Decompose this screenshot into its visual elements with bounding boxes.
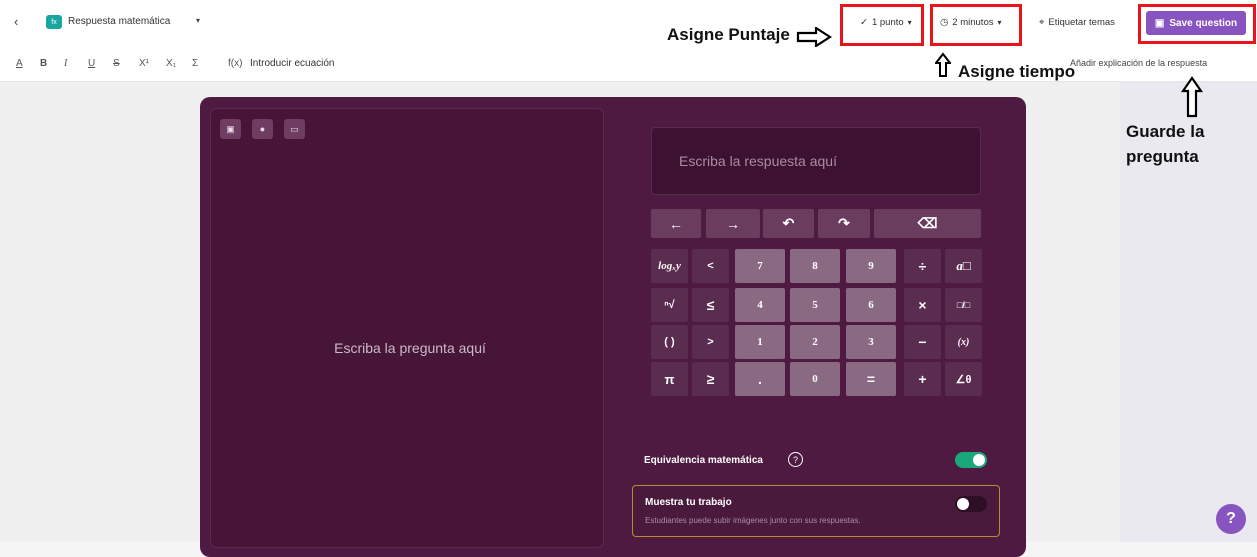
annotation-save-line1: Guarde la: [1126, 122, 1205, 141]
power-key[interactable]: a□: [945, 249, 982, 283]
show-work-row: Muestra tu trabajo Estudiantes puede sub…: [632, 485, 1000, 537]
key-1[interactable]: 1: [735, 325, 785, 359]
underline-button[interactable]: U: [88, 58, 95, 69]
tag-label: Etiquetar temas: [1048, 16, 1115, 28]
show-work-label: Muestra tu trabajo: [645, 497, 732, 508]
key-0[interactable]: 0: [790, 362, 840, 396]
equals-key[interactable]: =: [846, 362, 896, 396]
show-work-subtext: Estudiantes puede subir imágenes junto c…: [645, 516, 861, 525]
question-panel[interactable]: [210, 108, 604, 548]
cursor-left-key[interactable]: ←: [651, 209, 701, 238]
key-4[interactable]: 4: [735, 288, 785, 322]
symbol-button[interactable]: Σ: [192, 58, 198, 69]
variable-key[interactable]: (x): [945, 325, 982, 359]
minus-key[interactable]: −: [904, 325, 941, 359]
tag-topics-button[interactable]: ⌖ Etiquetar temas: [1035, 11, 1119, 33]
insert-equation-button[interactable]: Introducir ecuación: [250, 58, 335, 69]
chevron-left-icon: ‹: [14, 14, 19, 29]
key-3[interactable]: 3: [846, 325, 896, 359]
key-7[interactable]: 7: [735, 249, 785, 283]
right-arrow-icon: [796, 27, 832, 47]
equation-icon[interactable]: f(x): [228, 58, 242, 69]
back-button[interactable]: ‹: [14, 14, 18, 29]
fraction-key[interactable]: □/□: [945, 288, 982, 322]
nth-root-key[interactable]: ⁿ√: [651, 288, 688, 322]
greater-equal-key[interactable]: ≥: [692, 362, 729, 396]
decimal-key[interactable]: .: [735, 362, 785, 396]
key-5[interactable]: 5: [790, 288, 840, 322]
equivalence-toggle[interactable]: [955, 452, 987, 468]
show-work-toggle[interactable]: [955, 496, 987, 512]
subscript-button[interactable]: X₁: [166, 58, 176, 69]
image-icon[interactable]: ▣: [220, 119, 241, 139]
top-bar: ‹ fx Respuesta matemática ▾ ✓ 1 punto ▾ …: [0, 0, 1257, 46]
bold-button[interactable]: B: [40, 58, 47, 69]
save-highlight: [1138, 4, 1256, 44]
question-type-label[interactable]: Respuesta matemática: [68, 16, 170, 27]
less-than-key[interactable]: <: [692, 249, 729, 283]
strikethrough-button[interactable]: S: [113, 58, 120, 69]
less-equal-key[interactable]: ≤: [692, 288, 729, 322]
time-highlight: [930, 4, 1022, 46]
text-color-button[interactable]: A: [16, 58, 23, 69]
angle-key[interactable]: ∠θ: [945, 362, 982, 396]
key-9[interactable]: 9: [846, 249, 896, 283]
toggle-knob: [973, 454, 985, 466]
mic-icon[interactable]: ●: [252, 119, 273, 139]
add-explanation-button[interactable]: Añadir explicación de la respuesta: [1070, 58, 1207, 68]
help-circle-icon[interactable]: ?: [788, 452, 803, 467]
help-button[interactable]: ?: [1216, 504, 1246, 534]
annotation-save-line2: pregunta: [1126, 147, 1199, 166]
key-8[interactable]: 8: [790, 249, 840, 283]
superscript-button[interactable]: X¹: [139, 58, 149, 69]
key-2[interactable]: 2: [790, 325, 840, 359]
toggle-knob: [957, 498, 969, 510]
key-6[interactable]: 6: [846, 288, 896, 322]
annotation-time: Asigne tiempo: [958, 62, 1076, 81]
redo-key[interactable]: ↷: [818, 209, 870, 238]
video-icon[interactable]: ▭: [284, 119, 305, 139]
undo-key[interactable]: ↶: [763, 209, 814, 238]
up-arrow-icon: [1181, 76, 1203, 118]
points-highlight: [840, 4, 924, 46]
multiply-key[interactable]: ×: [904, 288, 941, 322]
plus-key[interactable]: +: [904, 362, 941, 396]
backspace-key[interactable]: ⌫: [874, 209, 981, 238]
divide-key[interactable]: ÷: [904, 249, 941, 283]
caret-down-icon[interactable]: ▾: [196, 16, 200, 25]
pi-key[interactable]: π: [651, 362, 688, 396]
equivalence-label: Equivalencia matemática: [644, 455, 763, 466]
italic-button[interactable]: I: [64, 58, 67, 69]
equivalence-row: Equivalencia matemática ?: [632, 446, 1000, 482]
parentheses-key[interactable]: ( ): [651, 325, 688, 359]
question-placeholder[interactable]: Escriba la pregunta aquí: [300, 340, 520, 356]
annotation-score: Asigne Puntaje: [667, 25, 790, 44]
up-arrow-icon: [935, 52, 951, 77]
fx-icon: fx: [46, 15, 62, 29]
greater-than-key[interactable]: >: [692, 325, 729, 359]
answer-placeholder: Escriba la respuesta aquí: [679, 153, 837, 169]
tag-icon: ⌖: [1039, 16, 1045, 28]
cursor-right-key[interactable]: →: [706, 209, 760, 238]
log-key[interactable]: logₓy: [651, 249, 688, 283]
